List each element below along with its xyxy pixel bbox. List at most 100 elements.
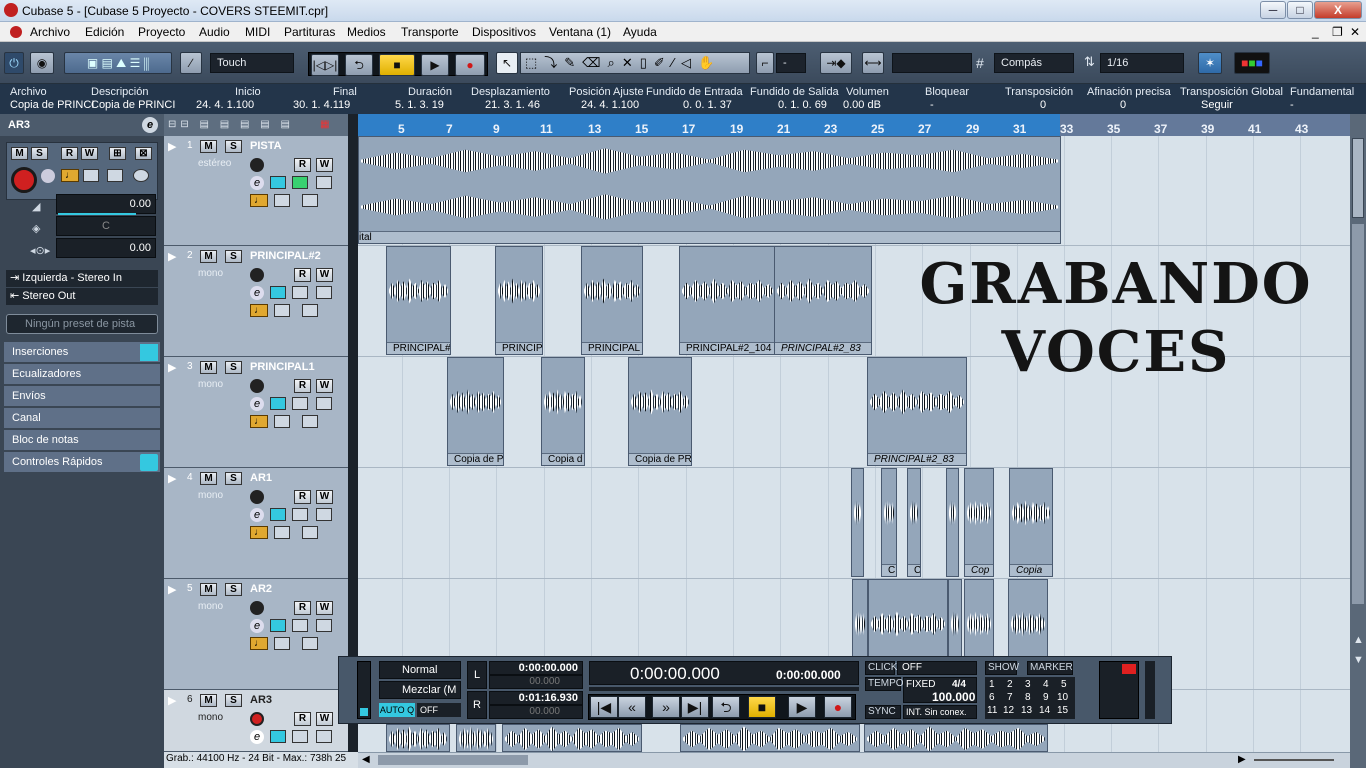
step-icon[interactable]: ⌐ [756, 52, 774, 74]
read-button[interactable]: R [294, 268, 311, 282]
lanes-icon[interactable] [302, 637, 318, 650]
pan-control[interactable]: C [56, 216, 156, 236]
monitor-button[interactable] [41, 169, 55, 183]
sends-icon[interactable] [316, 619, 332, 632]
iq-icon[interactable]: ✶ [1198, 52, 1222, 74]
track-header-2[interactable]: ▶ 2 M S PRINCIPAL#2 mono R W e ♩ [164, 246, 348, 357]
inserts-icon[interactable] [270, 619, 286, 632]
record-enable-icon[interactable] [250, 158, 264, 172]
hscroll-thumb[interactable] [378, 755, 528, 765]
play-icon[interactable]: ▶ [421, 54, 449, 76]
track-name[interactable]: PRINCIPAL1 [250, 361, 315, 373]
audio-event[interactable]: Copia d [541, 357, 585, 466]
menu-proyecto[interactable]: Proyecto [138, 25, 185, 39]
info-value[interactable]: 24. 4. 1.100 [581, 99, 639, 111]
info-value[interactable]: 5. 1. 3. 19 [395, 99, 444, 111]
solo-button[interactable]: S [225, 472, 242, 485]
solo-button[interactable]: S [31, 147, 48, 160]
snap-mode-icon[interactable]: ⇥◆ [820, 52, 852, 74]
horizontal-scrollbar[interactable]: ◀ ▶ [358, 752, 1350, 768]
quantize-select[interactable]: 1/16 [1100, 53, 1184, 73]
solo-button[interactable]: S [225, 140, 242, 153]
marker-button[interactable]: 3 [1025, 679, 1031, 690]
grid-select[interactable] [892, 53, 972, 73]
minimize-button[interactable]: ─ [1260, 1, 1286, 19]
tool-dash-select[interactable]: - [776, 53, 806, 73]
timebase-icon[interactable]: ♩ [250, 304, 268, 317]
track-preset-field[interactable]: Ningún preset de pista [6, 314, 158, 334]
record-enable-icon[interactable] [250, 601, 264, 615]
track-header-5[interactable]: ▶ 5 M S AR2 mono R W e ♩ [164, 579, 348, 690]
sends-icon[interactable] [316, 730, 332, 743]
audio-event[interactable] [851, 468, 864, 577]
go-end-button[interactable]: ▶| [681, 696, 709, 718]
scroll-right-icon[interactable]: ▶ [1238, 754, 1246, 765]
audio-event[interactable]: PRINCIPAL [581, 246, 643, 355]
go-start-icon[interactable]: |◁▷| [311, 54, 339, 76]
stop-icon[interactable]: ■ [379, 54, 415, 76]
menu-ventana[interactable]: Ventana (1) [549, 25, 611, 39]
info-value[interactable]: 0 [1120, 99, 1126, 111]
rewind-button[interactable]: « [618, 696, 646, 718]
audio-event[interactable]: C [907, 468, 921, 577]
mute-button[interactable]: M [200, 472, 217, 485]
lanes-icon[interactable] [302, 526, 318, 539]
quick-controls-icon[interactable] [140, 454, 158, 471]
audio-event[interactable] [948, 579, 962, 659]
read-button[interactable]: R [294, 490, 311, 504]
section-inserciones[interactable]: Inserciones [4, 342, 160, 363]
read-button[interactable]: R [294, 379, 311, 393]
solo-button[interactable]: S [225, 583, 242, 596]
marker-button[interactable]: 6 [989, 692, 995, 703]
scroll-down-icon[interactable]: ▼ [1353, 654, 1364, 666]
sends-icon[interactable] [316, 397, 332, 410]
audio-event[interactable] [864, 724, 1048, 752]
constrain-delay-icon[interactable]: ◉ [30, 52, 54, 74]
info-value[interactable]: 0 [1040, 99, 1046, 111]
marker-button[interactable]: 14 [1039, 705, 1050, 716]
menu-ayuda[interactable]: Ayuda [623, 25, 657, 39]
read-button[interactable]: R [294, 158, 311, 172]
edit-icon[interactable]: e [250, 730, 264, 744]
menu-archivo[interactable]: Archivo [30, 25, 70, 39]
lock-icon[interactable] [274, 304, 290, 317]
menu-partituras[interactable]: Partituras [284, 25, 335, 39]
record-icon[interactable]: ● [455, 54, 485, 76]
sends-icon[interactable] [316, 176, 332, 189]
record-enable-icon[interactable] [250, 379, 264, 393]
settings-icon[interactable] [133, 169, 149, 182]
write-button[interactable]: W [316, 490, 333, 504]
cycle-button[interactable]: ⮌ [712, 696, 740, 718]
record-enable-icon[interactable] [250, 712, 264, 726]
inserts-active-icon[interactable] [140, 344, 158, 361]
read-button[interactable]: R [61, 147, 78, 160]
edit-icon[interactable]: e [250, 286, 264, 300]
marker-button[interactable]: 13 [1021, 705, 1032, 716]
edit-icon[interactable]: e [250, 619, 264, 633]
audio-event[interactable]: Copia de PR [628, 357, 692, 466]
track-name[interactable]: PISTA [250, 140, 282, 152]
record-enable-button[interactable] [11, 167, 37, 193]
inserts-icon[interactable] [270, 176, 286, 189]
activate-project-icon[interactable]: ⏻ [4, 52, 24, 74]
snap-icon[interactable]: ⟷ [862, 52, 884, 74]
info-value[interactable]: 24. 4. 1.100 [196, 99, 254, 111]
write-button[interactable]: W [81, 147, 98, 160]
solo-button[interactable]: S [225, 250, 242, 263]
track-name[interactable]: AR3 [250, 694, 272, 706]
solo-button[interactable]: S [225, 694, 242, 707]
child-minimize-icon[interactable]: _ [1312, 25, 1319, 39]
master-fader[interactable] [1145, 661, 1155, 719]
edit-icon[interactable]: e [250, 508, 264, 522]
info-value[interactable]: 0. 1. 0. 69 [778, 99, 827, 111]
inserts-icon[interactable] [270, 730, 286, 743]
marker-button[interactable]: 5 [1061, 679, 1067, 690]
right-locator-icon[interactable]: R [467, 691, 487, 719]
show-button[interactable]: SHOW [985, 661, 1019, 675]
audio-event[interactable]: Copia de P [447, 357, 504, 466]
edit-channel-icon[interactable]: e [142, 117, 158, 133]
mute-button[interactable]: M [200, 140, 217, 153]
write-button[interactable]: W [316, 158, 333, 172]
autoq-button[interactable]: AUTO Q [379, 703, 415, 717]
marker-button[interactable]: 2 [1007, 679, 1013, 690]
